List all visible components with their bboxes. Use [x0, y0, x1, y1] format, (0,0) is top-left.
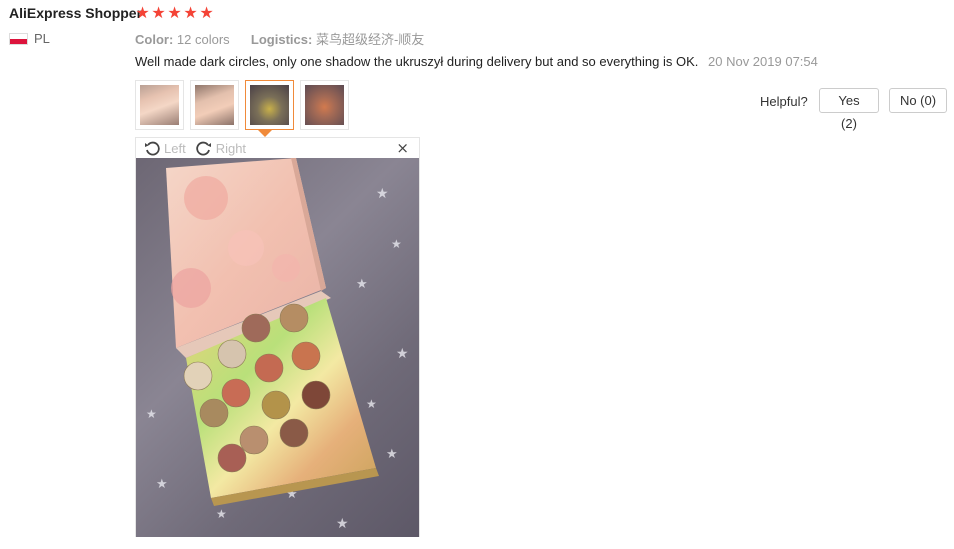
svg-text:★: ★ [391, 237, 402, 251]
logistics-label: Logistics: [250, 32, 313, 47]
helpful-yes-button[interactable]: Yes (2) [819, 88, 879, 131]
helpful-label: Helpful? [760, 94, 808, 109]
color-label: Color: [135, 32, 174, 47]
review-photo: ★ ★ ★ ★ ★ ★ ★ ★ ★ ★ ★ ★ ★ [136, 158, 419, 537]
poland-flag-icon [9, 33, 28, 45]
order-info: Color: 12 colors Logistics: 菜鸟超级经济-顺友 [135, 29, 424, 48]
svg-text:★: ★ [336, 515, 349, 531]
color-value: 12 colors [176, 32, 230, 47]
rotate-left-label: Left [164, 140, 186, 156]
rotate-right-icon [196, 141, 211, 156]
rotate-right-button[interactable]: Right [196, 140, 246, 156]
review-body: Well made dark circles, only one shadow … [135, 54, 818, 69]
svg-text:★: ★ [386, 446, 398, 461]
country-code: PL [34, 31, 50, 46]
image-viewer: Left Right × ★ ★ ★ ★ ★ ★ ★ ★ ★ ★ ★ [135, 137, 420, 537]
svg-text:★: ★ [216, 507, 227, 521]
review-date: 20 Nov 2019 07:54 [708, 54, 818, 69]
viewer-toolbar: Left Right × [136, 138, 419, 158]
svg-text:★: ★ [356, 276, 368, 291]
svg-text:★: ★ [396, 345, 409, 361]
svg-text:★: ★ [156, 476, 168, 491]
close-icon[interactable]: × [396, 140, 409, 156]
review-thumbnail[interactable] [300, 80, 349, 130]
star-icon: ★ [167, 3, 182, 22]
rotate-left-icon [145, 141, 160, 156]
helpful-no-button[interactable]: No (0) [889, 88, 947, 113]
logistics-value: 菜鸟超级经济-顺友 [315, 32, 425, 47]
svg-text:★: ★ [146, 407, 157, 421]
star-icon: ★ [183, 3, 198, 22]
svg-text:★: ★ [366, 397, 377, 411]
review-text: Well made dark circles, only one shadow … [135, 54, 699, 69]
star-icon: ★ [199, 3, 214, 22]
active-thumbnail-pointer [258, 130, 272, 137]
review-thumbnail-active[interactable] [245, 80, 294, 130]
review-thumbnail[interactable] [135, 80, 184, 130]
star-icon: ★ [135, 3, 150, 22]
rotate-left-button[interactable]: Left [144, 140, 186, 156]
reviewer-name: AliExpress Shopper [9, 5, 143, 21]
review-thumbnail[interactable] [190, 80, 239, 130]
svg-text:★: ★ [376, 185, 389, 201]
star-icon: ★ [151, 3, 166, 22]
review-thumbnails [135, 80, 349, 130]
rating-stars: ★ ★ ★ ★ ★ [135, 4, 214, 22]
rotate-right-label: Right [215, 140, 247, 156]
